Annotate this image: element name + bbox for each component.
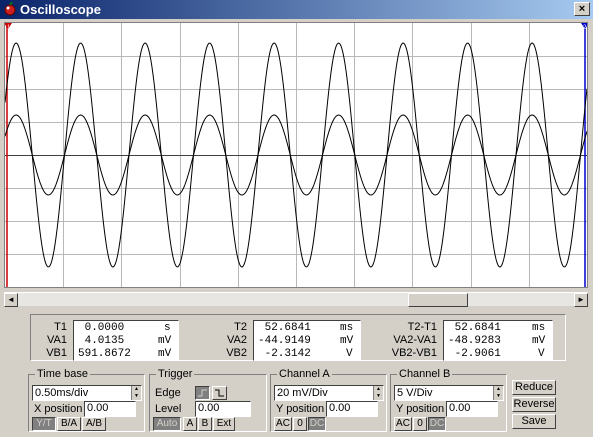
horizontal-scrollbar[interactable]: ◄ ► [4, 292, 588, 307]
channel-b-ypos-label: Y position [396, 403, 445, 415]
channel-b-ac-button[interactable]: AC [394, 417, 412, 431]
cursor-t1-label: 1 [7, 25, 11, 31]
channel-b-scale-select[interactable]: 5 V/Div ▲ ▼ [394, 385, 504, 401]
trigger-panel: Trigger Edge Level 0.00 Auto A B Ext [149, 368, 267, 432]
vb2-label: VB2 [226, 347, 247, 359]
dt-label: T2-T1 [407, 321, 437, 333]
trigger-title: Trigger [156, 368, 195, 380]
save-button[interactable]: Save [512, 414, 556, 429]
readout-t2-box: 52.6841 ms -44.9149 mV -2.3142 V [253, 320, 361, 361]
oscilloscope-window: Oscilloscope × 1 2 ◄ ► T1 VA1 VB1 0.0000… [0, 0, 593, 437]
spin-up-icon: ▲ [376, 386, 381, 392]
timebase-title: Time base [35, 368, 90, 380]
level-field[interactable]: 0.00 [195, 401, 251, 417]
readout-diff-box: 52.6841 ms -48.9283 mV -2.9061 V [443, 320, 553, 361]
channel-b-panel: Channel B 5 V/Div ▲ ▼ Y position 0.00 AC … [390, 368, 507, 432]
scope-display: 1 2 [5, 23, 587, 287]
edge-rising-button[interactable] [195, 386, 210, 400]
spin-down-icon: ▼ [496, 393, 501, 399]
cursor-readout: T1 VA1 VB1 0.0000 s 4.0135 mV 591.8672 m… [30, 314, 566, 361]
trigger-a-button[interactable]: A [183, 417, 197, 431]
channel-a-ypos-label: Y position [276, 403, 325, 415]
title-bar: Oscilloscope × [0, 0, 593, 19]
readout-t1-box: 0.0000 s 4.0135 mV 591.8672 mV [73, 320, 179, 361]
t2-unit: ms [340, 322, 354, 334]
vb2-value: -2.3142 [258, 348, 311, 360]
dva-label: VA2-VA1 [393, 334, 437, 346]
trigger-auto-button[interactable]: Auto [153, 417, 181, 431]
va1-unit: mV [158, 335, 172, 347]
channel-b-title: Channel B [397, 368, 453, 380]
t1-value: 0.0000 [78, 322, 125, 334]
window-title: Oscilloscope [20, 2, 101, 17]
close-button[interactable]: × [574, 2, 590, 16]
channel-a-panel: Channel A 20 mV/Div ▲ ▼ Y position 0.00 A… [270, 368, 387, 432]
app-icon [4, 2, 16, 16]
t1-unit: s [164, 322, 171, 334]
spin-down-icon: ▼ [376, 393, 381, 399]
edge-falling-button[interactable] [212, 386, 227, 400]
trigger-b-button[interactable]: B [198, 417, 212, 431]
timebase-select[interactable]: 0.50ms/div ▲ ▼ [32, 385, 142, 401]
channel-a-zero-button[interactable]: 0 [293, 417, 307, 431]
xpos-label: X position [34, 403, 83, 415]
dvb-value: -2.9061 [448, 348, 501, 360]
channel-a-dc-button[interactable]: DC [308, 417, 326, 431]
timebase-value: 0.50ms/div [35, 387, 89, 399]
va2-value: -44.9149 [258, 335, 311, 347]
t1-label: T1 [54, 321, 67, 333]
channel-b-spinner[interactable]: ▲ ▼ [493, 386, 503, 400]
xpos-field[interactable]: 0.00 [84, 401, 136, 417]
scroll-left-button[interactable]: ◄ [4, 293, 18, 307]
dva-value: -48.9283 [448, 335, 501, 347]
vb1-value: 591.8672 [78, 348, 131, 360]
t2-label: T2 [234, 321, 247, 333]
scope-grid [5, 23, 587, 287]
channel-b-zero-button[interactable]: 0 [413, 417, 427, 431]
mode-yt-button[interactable]: Y/T [32, 417, 56, 431]
mode-ba-button[interactable]: B/A [57, 417, 81, 431]
va1-value: 4.0135 [78, 335, 125, 347]
dva-unit: mV [532, 335, 546, 347]
channel-a-title: Channel A [277, 368, 332, 380]
rising-edge-icon [198, 389, 207, 397]
va2-unit: mV [340, 335, 354, 347]
level-label: Level [155, 403, 182, 415]
va2-label: VA2 [227, 334, 247, 346]
trigger-ext-button[interactable]: Ext [213, 417, 235, 431]
timebase-spinner[interactable]: ▲ ▼ [131, 386, 141, 400]
dvb-unit: V [538, 348, 545, 360]
mode-ab-button[interactable]: A/B [82, 417, 106, 431]
dt-value: 52.6841 [448, 322, 501, 334]
channel-a-ypos-field[interactable]: 0.00 [326, 401, 378, 417]
scope-screen: 1 2 [4, 22, 588, 288]
spin-up-icon: ▲ [496, 386, 501, 392]
va1-label: VA1 [47, 334, 67, 346]
reduce-button[interactable]: Reduce [512, 380, 556, 395]
channel-a-scale-value: 20 mV/Div [277, 387, 328, 399]
channel-a-spinner[interactable]: ▲ ▼ [373, 386, 383, 400]
spin-down-icon: ▼ [134, 393, 139, 399]
falling-edge-icon [215, 389, 224, 397]
spin-up-icon: ▲ [134, 386, 139, 392]
vb1-label: VB1 [46, 347, 67, 359]
t2-value: 52.6841 [258, 322, 311, 334]
dt-unit: ms [532, 322, 546, 334]
vb2-unit: V [346, 348, 353, 360]
timebase-panel: Time base 0.50ms/div ▲ ▼ X position 0.00 … [28, 368, 145, 432]
vb1-unit: mV [158, 348, 172, 360]
scroll-right-button[interactable]: ► [574, 293, 588, 307]
scroll-thumb[interactable] [408, 293, 468, 307]
dvb-label: VB2-VB1 [391, 347, 437, 359]
channel-a-scale-select[interactable]: 20 mV/Div ▲ ▼ [274, 385, 384, 401]
channel-b-ypos-field[interactable]: 0.00 [446, 401, 498, 417]
channel-b-scale-value: 5 V/Div [397, 387, 433, 399]
reverse-button[interactable]: Reverse [512, 397, 556, 412]
channel-b-dc-button[interactable]: DC [428, 417, 446, 431]
edge-label: Edge [155, 387, 181, 399]
channel-a-ac-button[interactable]: AC [274, 417, 292, 431]
